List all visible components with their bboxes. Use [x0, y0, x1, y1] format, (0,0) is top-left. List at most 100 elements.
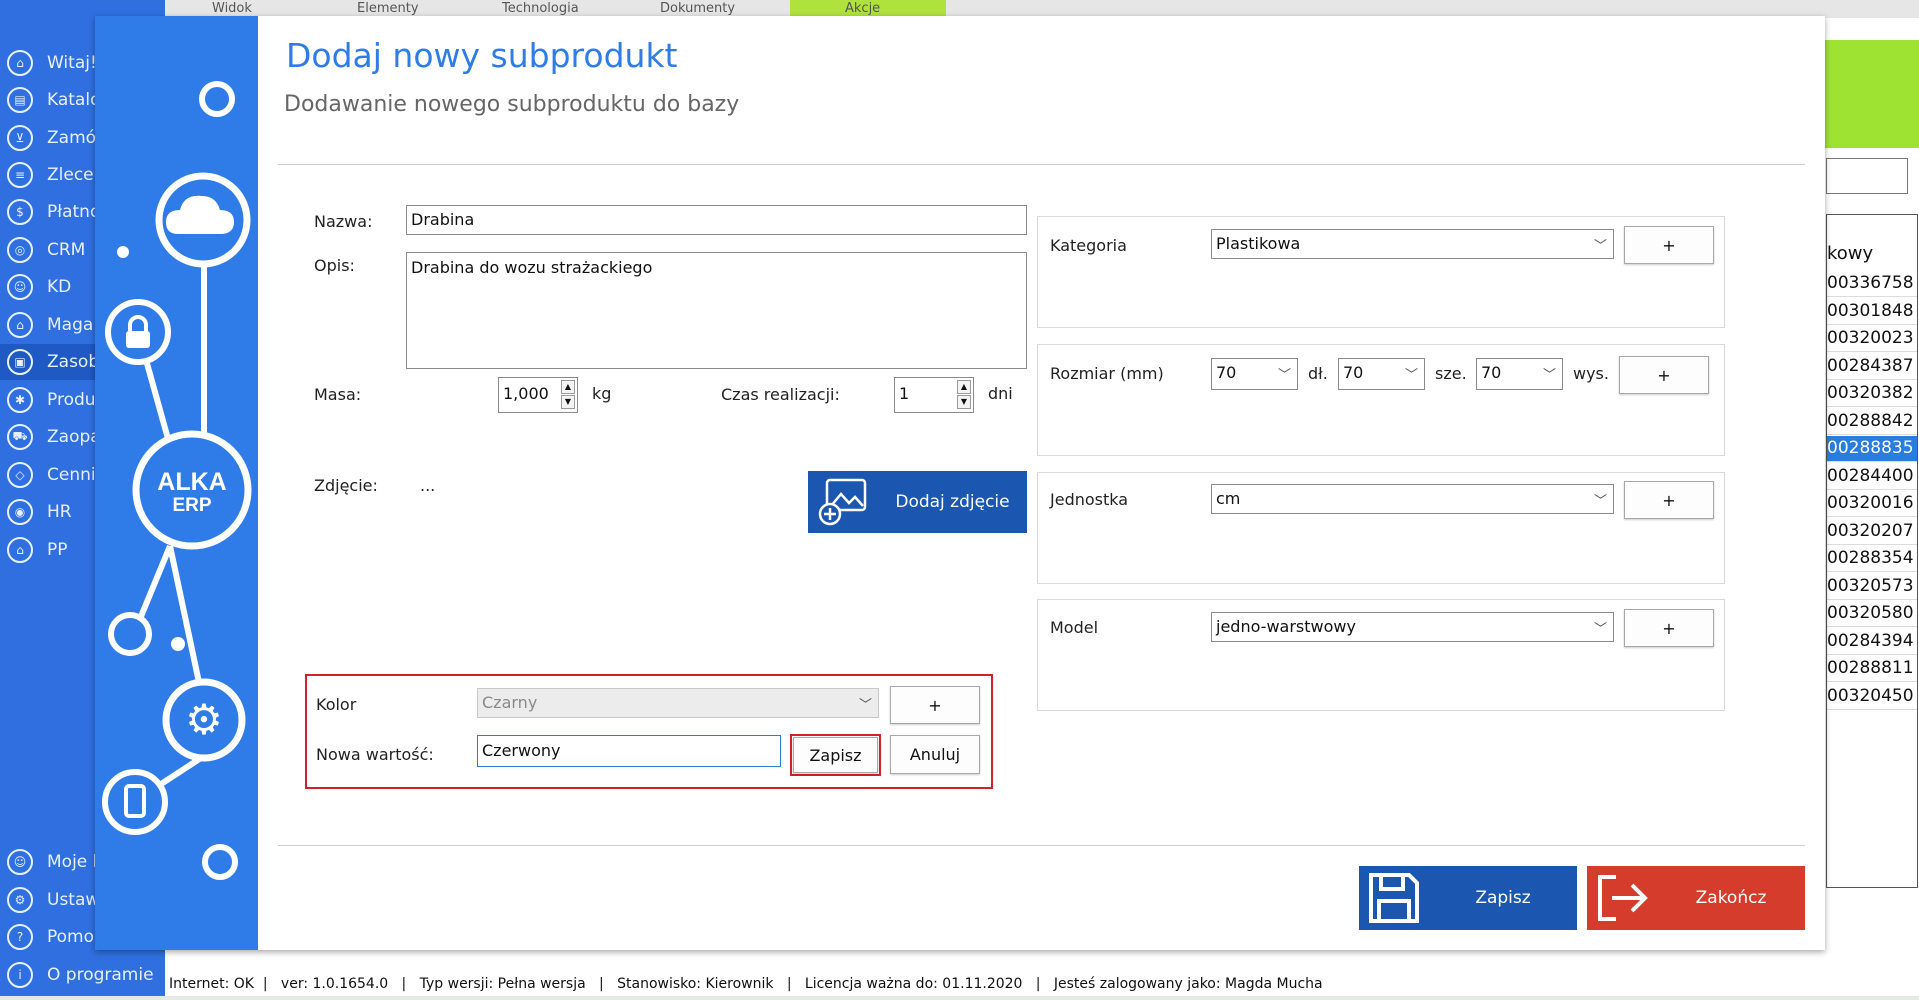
stepper-up-icon[interactable]: ▲ [957, 380, 971, 394]
list-icon: ≡ [7, 162, 33, 188]
dialog-subtitle: Dodawanie nowego subproduktu do bazy [284, 92, 740, 117]
category-select-value: Plastikowa [1216, 234, 1301, 253]
dot [171, 637, 185, 651]
sidebar-item-label: O programie [47, 965, 154, 985]
right-search-input[interactable] [1826, 158, 1908, 194]
length-label: dł. [1308, 364, 1328, 383]
lead-time-stepper[interactable]: 1 ▲ ▼ [894, 377, 974, 413]
tab-dokumenty[interactable]: Dokumenty [660, 1, 735, 16]
table-row[interactable]: 00320023 [1827, 326, 1917, 352]
size-width-value: 70 [1343, 363, 1364, 382]
size-height-select[interactable]: 70 ﹀ [1476, 358, 1563, 390]
user-icon: ☺ [7, 849, 33, 875]
add-model-button[interactable]: + [1624, 609, 1714, 647]
node-circle [108, 612, 152, 656]
name-input[interactable]: Drabina [406, 205, 1027, 235]
size-length-value: 70 [1216, 363, 1237, 382]
dialog-brand-panel: ALKA ERP ⚙ [95, 16, 258, 950]
tag-icon: ◇ [7, 462, 33, 488]
sidebar-item-label: Produ [47, 390, 96, 410]
table-row[interactable]: 00288354 [1827, 546, 1917, 572]
table-row[interactable]: 00284387 [1827, 354, 1917, 380]
description-textarea[interactable]: Drabina do wozu strażackiego [406, 252, 1027, 369]
stepper-down-icon[interactable]: ▼ [561, 395, 575, 409]
size-label: Rozmiar (mm) [1050, 364, 1164, 383]
inline-save-button[interactable]: Zapisz [793, 737, 878, 773]
settings-icon: ⚙ [7, 887, 33, 913]
gear-icon: ⚙ [185, 695, 223, 744]
stepper-up-icon[interactable]: ▲ [561, 380, 575, 394]
sidebar-item-o-programie[interactable]: i O programie [0, 957, 165, 993]
color-select-value: Czarny [482, 693, 538, 712]
cart-icon: ⊻ [7, 125, 33, 151]
header-divider [278, 164, 1805, 165]
table-row[interactable]: 00336758 [1827, 271, 1917, 297]
dot [117, 246, 129, 258]
add-color-button[interactable]: + [890, 686, 980, 724]
size-width-select[interactable]: 70 ﹀ [1338, 358, 1425, 390]
chevron-down-icon: ﹀ [1404, 368, 1418, 383]
name-label: Nazwa: [314, 212, 373, 231]
size-height-value: 70 [1481, 363, 1502, 382]
table-row[interactable]: 00320573 [1827, 574, 1917, 600]
floppy-disk-icon [1359, 871, 1429, 925]
color-select[interactable]: Czarny ﹀ [477, 688, 879, 718]
lead-time-label: Czas realizacji: [721, 385, 840, 404]
add-size-button[interactable]: + [1619, 356, 1709, 394]
chevron-down-icon: ﹀ [858, 698, 872, 713]
sidebar-item-label: KD [47, 277, 72, 297]
sidebar-item-label: Zamó [47, 128, 97, 148]
sidebar-item-label: HR [47, 502, 72, 522]
sidebar-item-label: PP [47, 540, 68, 560]
right-green-panel [1820, 40, 1919, 148]
table-row[interactable]: 00301848 [1827, 299, 1917, 325]
sidebar-item-label: CRM [47, 240, 86, 260]
description-label: Opis: [314, 256, 355, 275]
add-photo-button[interactable]: Dodaj zdjęcie [808, 471, 1027, 533]
category-select[interactable]: Plastikowa ﹀ [1211, 229, 1614, 259]
finish-button[interactable]: Zakończ [1587, 866, 1805, 930]
table-row[interactable]: 00288842 [1827, 409, 1917, 435]
factory-icon: ⌂ [7, 537, 33, 563]
new-value-input[interactable]: Czerwony [477, 735, 781, 767]
add-category-button[interactable]: + [1624, 226, 1714, 264]
table-row[interactable]: 00320016 [1827, 491, 1917, 517]
add-photo-label: Dodaj zdjęcie [895, 492, 1010, 512]
model-label: Model [1050, 618, 1099, 637]
add-unit-button[interactable]: + [1624, 481, 1714, 519]
lead-time-value: 1 [899, 384, 910, 403]
sidebar-item-label: Zaopa [47, 427, 101, 447]
dollar-icon: $ [7, 199, 33, 225]
sidebar-item-label: Maga [47, 315, 94, 335]
tab-technologia[interactable]: Technologia [502, 1, 579, 16]
size-length-select[interactable]: 70 ﹀ [1211, 358, 1298, 390]
table-row[interactable]: 00288835 [1827, 436, 1917, 462]
model-select-value: jedno-warstwowy [1216, 617, 1356, 636]
table-row[interactable]: 00320580 [1827, 601, 1917, 627]
tab-widok[interactable]: Widok [212, 1, 252, 16]
save-button[interactable]: Zapisz [1359, 866, 1577, 930]
person-icon: ☺ [7, 274, 33, 300]
mass-stepper[interactable]: 1,000 ▲ ▼ [498, 377, 578, 413]
table-row[interactable]: 00288811 [1827, 656, 1917, 682]
network-decoration: ALKA ERP ⚙ [102, 81, 252, 880]
save-label: Zapisz [1475, 888, 1531, 908]
width-label: sze. [1435, 364, 1467, 383]
table-row[interactable]: 00284400 [1827, 464, 1917, 490]
mass-label: Masa: [314, 385, 362, 404]
stepper-down-icon[interactable]: ▼ [957, 395, 971, 409]
table-row[interactable]: 00284394 [1827, 629, 1917, 655]
model-select[interactable]: jedno-warstwowy ﹀ [1211, 612, 1614, 642]
right-data-grid[interactable]: kowy 00336758 00301848 00320023 00284387 003… [1826, 214, 1918, 888]
table-row[interactable]: 00320382 [1827, 381, 1917, 407]
mass-value: 1,000 [503, 384, 549, 403]
table-row[interactable]: 00320207 [1827, 519, 1917, 545]
crm-icon: ◎ [7, 237, 33, 263]
inline-cancel-button[interactable]: Anuluj [890, 735, 980, 774]
logo-text-erp: ERP [172, 495, 211, 516]
add-image-icon [808, 476, 878, 528]
table-row[interactable]: 00320450 [1827, 684, 1917, 710]
phone-node [102, 769, 168, 835]
unit-select[interactable]: cm ﹀ [1211, 484, 1614, 514]
tab-elementy[interactable]: Elementy [357, 1, 419, 16]
